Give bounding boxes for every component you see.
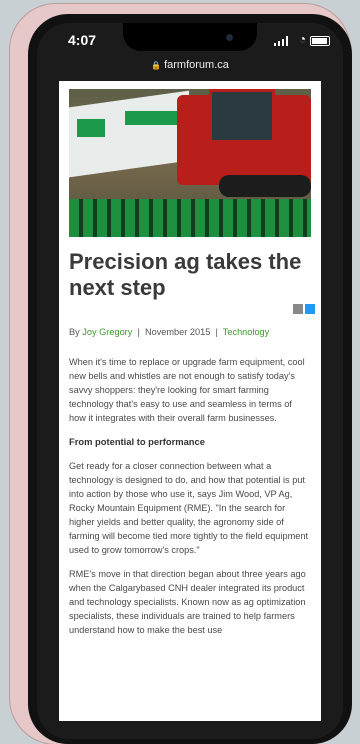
camera-icon: [226, 34, 233, 41]
url-text: farmforum.ca: [164, 59, 229, 71]
article-date: November 2015: [144, 327, 211, 337]
twitter-share-icon[interactable]: [305, 304, 315, 314]
email-share-icon[interactable]: [293, 304, 303, 314]
byline-separator: |: [215, 327, 218, 337]
byline-separator: |: [137, 327, 140, 337]
article-body: When it's time to replace or upgrade far…: [69, 355, 311, 647]
signal-icon: [274, 36, 288, 46]
status-bar: 4:07 ◔: [37, 23, 343, 55]
article-title: Precision ag takes the next step: [69, 249, 302, 300]
paragraph: When it's time to replace or upgrade far…: [69, 357, 305, 423]
category-link[interactable]: Technology: [223, 327, 269, 337]
phone-screen: 4:07 ◔ 🔒 farmforum.ca Precision ag takes…: [37, 23, 343, 739]
byline-prefix: By: [69, 327, 80, 337]
hero-image: [69, 89, 311, 237]
paragraph: Get ready for a closer connection betwee…: [69, 461, 308, 555]
web-page: Precision ag takes the next step By Joy …: [59, 81, 321, 721]
notch: [123, 23, 257, 51]
address-bar[interactable]: 🔒 farmforum.ca: [37, 55, 343, 77]
share-buttons: [291, 301, 315, 314]
author-link[interactable]: Joy Gregory: [82, 327, 132, 337]
wifi-icon: ◔: [298, 32, 306, 46]
paragraph: RME's move in that direction began about…: [69, 569, 306, 635]
lock-icon: 🔒: [151, 61, 162, 70]
battery-icon: [310, 36, 330, 46]
subheading: From potential to performance: [69, 436, 205, 447]
status-time: 4:07: [68, 32, 97, 48]
phone-frame: 4:07 ◔ 🔒 farmforum.ca Precision ag takes…: [10, 4, 352, 744]
byline: By Joy Gregory | November 2015 | Technol…: [69, 327, 319, 337]
